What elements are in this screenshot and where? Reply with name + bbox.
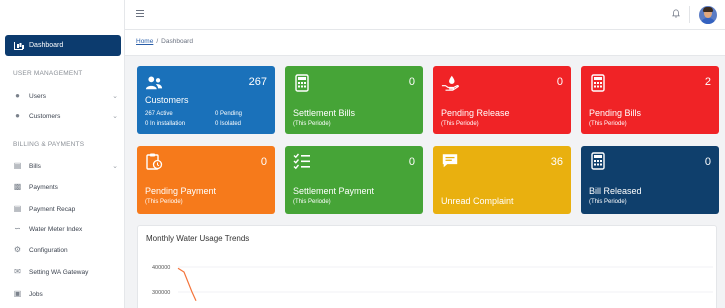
breadcrumb-separator: /	[156, 38, 159, 45]
customers-installation: 0 In installation	[145, 121, 186, 127]
settlement-bills-title: Settlement Bills	[293, 108, 356, 118]
breadcrumb-home-link[interactable]: Home	[136, 38, 153, 45]
menu-toggle-icon[interactable]	[136, 10, 144, 17]
gear-icon: ⚙	[13, 245, 22, 254]
jobs-icon: ▣	[13, 289, 22, 298]
section-heading-billing-payments: BILLING & PAYMENTS	[13, 141, 85, 148]
bill-released-count: 0	[704, 156, 711, 168]
calculator-icon	[295, 74, 309, 92]
card-pending-payment[interactable]: 0 Pending Payment (This Periode)	[137, 146, 275, 214]
sidebar-item-label: Dashboard	[29, 42, 64, 49]
sidebar-item-label: Setting WA Gateway	[29, 268, 89, 276]
water-usage-chart: 400000 300000	[152, 265, 713, 302]
sidebar-item-jobs[interactable]: ▣ Jobs	[13, 287, 118, 301]
settlement-bills-count: 0	[408, 76, 415, 88]
unread-complaint-count: 36	[550, 156, 563, 168]
pending-bills-period: (This Periode)	[589, 121, 627, 127]
bill-released-title: Bill Released	[589, 186, 642, 196]
pending-payment-count: 0	[260, 156, 267, 168]
pending-payment-period: (This Periode)	[145, 199, 183, 205]
pending-bills-count: 2	[704, 76, 711, 88]
sidebar-item-label: Jobs	[29, 290, 43, 298]
unread-complaint-title: Unread Complaint	[441, 196, 514, 206]
section-heading-user-management: USER MANAGEMENT	[13, 70, 83, 77]
gateway-icon: ✉	[14, 267, 21, 276]
sidebar-item-dashboard[interactable]: Dashboard	[5, 35, 121, 56]
message-icon	[442, 154, 458, 168]
calculator-icon	[591, 152, 605, 170]
sidebar: Dashboard USER MANAGEMENT ● Users ⌄ ● Cu…	[0, 0, 125, 308]
customers-isolated: 0 Isolated	[215, 121, 242, 127]
chart-panel: Monthly Water Usage Trends 400000 300000	[137, 225, 717, 308]
customers-count: 267	[248, 76, 267, 88]
breadcrumb: Home / Dashboard	[136, 38, 193, 45]
pending-release-title: Pending Release	[441, 108, 510, 118]
y-tick-label: 400000	[152, 265, 170, 271]
bill-released-period: (This Periode)	[589, 199, 627, 205]
users-icon: ●	[15, 91, 20, 100]
customers-pending: 0 Pending	[215, 111, 243, 117]
customers-icon: ●	[15, 111, 20, 120]
chevron-down-icon: ⌄	[112, 93, 118, 100]
chart-line-icon: ∽	[14, 224, 21, 233]
hand-water-drop-icon	[441, 75, 459, 91]
chevron-down-icon: ⌄	[112, 163, 118, 170]
topbar-divider	[689, 6, 690, 23]
card-unread-complaint[interactable]: 36 Unread Complaint	[433, 146, 571, 214]
calculator-icon	[591, 74, 605, 92]
avatar[interactable]	[699, 6, 717, 24]
series-line	[177, 267, 197, 302]
pending-bills-title: Pending Bills	[589, 108, 642, 118]
users-icon	[145, 76, 163, 90]
sidebar-item-bills[interactable]: ▤ Bills ⌄	[13, 159, 118, 173]
sidebar-item-label: Configuration	[29, 246, 68, 254]
sidebar-item-payment-recap[interactable]: ▤ Payment Recap	[13, 202, 118, 216]
sidebar-item-payments[interactable]: ▩ Payments	[13, 180, 118, 194]
checklist-icon	[293, 153, 310, 170]
sidebar-item-users[interactable]: ● Users ⌄	[13, 89, 118, 103]
card-pending-release[interactable]: 0 Pending Release (This Periode)	[433, 66, 571, 134]
settlement-bills-period: (This Periode)	[293, 121, 331, 127]
sidebar-item-label: Payment Recap	[29, 205, 76, 213]
card-settlement-payment[interactable]: 0 Settlement Payment (This Periode)	[285, 146, 423, 214]
breadcrumb-bar: Home / Dashboard	[125, 30, 725, 56]
clipboard-clock-icon	[146, 153, 163, 170]
chevron-down-icon: ⌄	[112, 113, 118, 120]
sidebar-item-customers[interactable]: ● Customers ⌄	[13, 109, 118, 123]
bar-chart-icon	[14, 41, 23, 50]
sidebar-item-label: Payments	[29, 183, 58, 191]
sidebar-item-label: Water Meter Index	[29, 225, 83, 233]
pending-payment-title: Pending Payment	[145, 186, 217, 196]
payments-icon: ▩	[13, 182, 22, 191]
sidebar-item-label: Bills	[29, 162, 41, 170]
pending-release-count: 0	[556, 76, 563, 88]
customers-title: Customers	[145, 95, 189, 105]
topbar	[125, 0, 725, 30]
sidebar-item-label: Users	[29, 92, 46, 100]
settlement-payment-period: (This Periode)	[293, 199, 331, 205]
bills-icon: ▤	[13, 161, 22, 170]
sidebar-item-configuration[interactable]: ⚙ Configuration	[13, 243, 118, 257]
y-tick-label: 300000	[152, 290, 170, 296]
settlement-payment-title: Settlement Payment	[293, 186, 375, 196]
payment-recap-icon: ▤	[13, 204, 22, 213]
bell-icon[interactable]	[672, 9, 680, 18]
card-customers[interactable]: 267 Customers 267 Active 0 Pending 0 In …	[137, 66, 275, 134]
sidebar-item-water-meter-index[interactable]: ∽ Water Meter Index	[13, 222, 118, 236]
sidebar-item-label: Customers	[29, 112, 61, 120]
card-bill-released[interactable]: 0 Bill Released (This Periode)	[581, 146, 719, 214]
card-pending-bills[interactable]: 2 Pending Bills (This Periode)	[581, 66, 719, 134]
breadcrumb-current: Dashboard	[161, 38, 193, 45]
settlement-payment-count: 0	[408, 156, 415, 168]
pending-release-period: (This Periode)	[441, 121, 479, 127]
sidebar-item-setting-wa-gateway[interactable]: ✉ Setting WA Gateway	[13, 265, 118, 279]
customers-active: 267 Active	[145, 111, 173, 117]
card-settlement-bills[interactable]: 0 Settlement Bills (This Periode)	[285, 66, 423, 134]
